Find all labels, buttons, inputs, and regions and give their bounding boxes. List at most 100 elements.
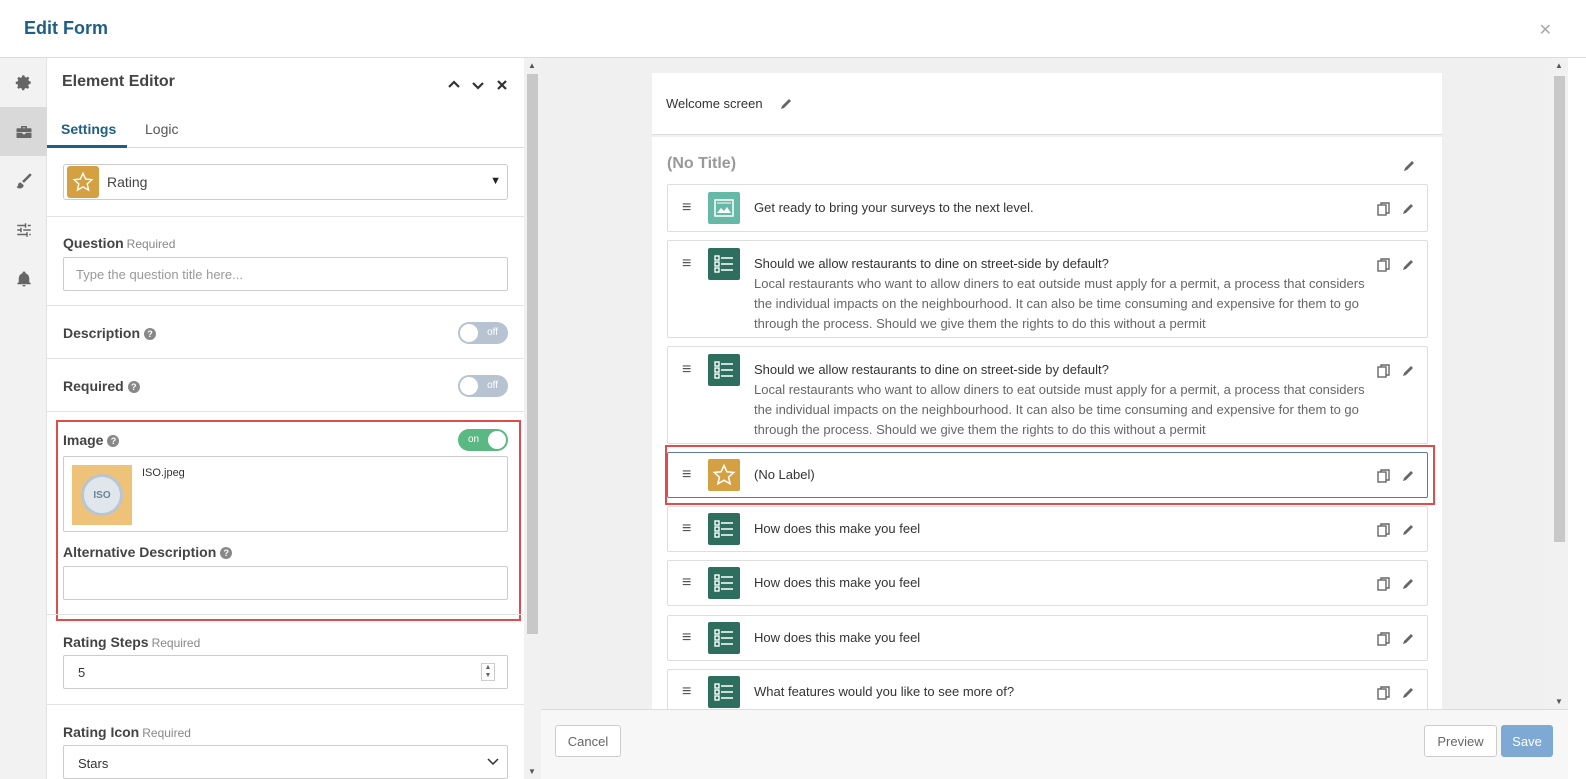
required-toggle[interactable]: off: [458, 375, 508, 397]
canvas-scrollbar[interactable]: ▲ ▼: [1551, 58, 1568, 709]
star-icon: [708, 459, 740, 491]
close-editor-icon[interactable]: [496, 78, 508, 90]
question-description: Local restaurants who want to allow dine…: [754, 382, 1365, 437]
question-title-input[interactable]: [63, 257, 508, 291]
rail-settings[interactable]: [0, 58, 47, 107]
stepper-arrows-icon[interactable]: ▲ ▼: [481, 663, 495, 681]
question-title: Should we allow restaurants to dine on s…: [754, 256, 1109, 271]
rail-design[interactable]: [0, 156, 47, 205]
rating-steps-input[interactable]: 5 ▲ ▼: [63, 655, 508, 689]
pencil-icon[interactable]: [1401, 469, 1415, 483]
tab-settings[interactable]: Settings: [61, 121, 116, 137]
chevron-up-icon[interactable]: [448, 78, 460, 90]
preview-button[interactable]: Preview: [1424, 725, 1497, 757]
description-label: Description?: [63, 325, 157, 341]
rating-icon-select[interactable]: Stars: [63, 745, 508, 779]
question-title: How does this make you feel: [754, 521, 921, 536]
question-label: Question Required: [63, 235, 176, 251]
image-icon: [708, 192, 740, 224]
list-icon: [708, 676, 740, 708]
question-card[interactable]: ≡ How does this make you feel: [667, 506, 1428, 552]
list-icon: [708, 622, 740, 654]
image-toggle[interactable]: on: [458, 429, 508, 451]
copy-icon[interactable]: [1377, 364, 1391, 378]
image-file-name: ISO.jpeg: [142, 467, 185, 479]
question-card[interactable]: ≡ Should we allow restaurants to dine on…: [667, 240, 1428, 338]
question-card[interactable]: ≡ What features would you like to see mo…: [667, 669, 1428, 709]
form-sheet: (No Title) ≡ Get ready to bring your sur…: [652, 137, 1442, 709]
pencil-icon[interactable]: [1401, 632, 1415, 646]
copy-icon[interactable]: [1377, 469, 1391, 483]
rail-elements[interactable]: [0, 107, 47, 156]
alt-description-input[interactable]: [63, 566, 508, 600]
section-title: (No Title): [667, 155, 737, 172]
pencil-icon[interactable]: [779, 97, 793, 111]
caret-down-icon: ▼: [490, 175, 501, 187]
drag-handle-icon[interactable]: ≡: [682, 200, 691, 216]
welcome-screen-card[interactable]: Welcome screen: [652, 73, 1442, 135]
drag-handle-icon[interactable]: ≡: [682, 575, 691, 591]
list-icon: [708, 248, 740, 280]
copy-icon[interactable]: [1377, 258, 1391, 272]
divider: [47, 704, 524, 705]
copy-icon[interactable]: [1377, 202, 1391, 216]
question-title: Should we allow restaurants to dine on s…: [754, 362, 1109, 377]
drag-handle-icon[interactable]: ≡: [682, 256, 691, 272]
question-title: How does this make you feel: [754, 630, 921, 645]
question-title: How does this make you feel: [754, 575, 921, 590]
copy-icon[interactable]: [1377, 686, 1391, 700]
pencil-icon[interactable]: [1401, 577, 1415, 591]
image-upload-box[interactable]: ISO ISO.jpeg: [63, 456, 508, 532]
copy-icon[interactable]: [1377, 523, 1391, 537]
star-icon: [67, 166, 99, 198]
sliders-icon: [16, 222, 31, 237]
question-card-selected[interactable]: ≡ (No Label): [667, 452, 1428, 498]
list-icon: [708, 354, 740, 386]
image-thumbnail: ISO: [72, 465, 132, 525]
paintbrush-icon: [16, 173, 31, 188]
active-tab-indicator: [47, 145, 127, 148]
question-title: What features would you like to see more…: [754, 684, 1015, 699]
drag-handle-icon[interactable]: ≡: [682, 630, 691, 646]
question-card[interactable]: ≡ How does this make you feel: [667, 615, 1428, 661]
copy-icon[interactable]: [1377, 632, 1391, 646]
rail-options[interactable]: [0, 205, 47, 254]
briefcase-icon: [16, 125, 31, 138]
rating-icon-label: Rating Icon Required: [63, 724, 191, 740]
element-type-select[interactable]: Rating ▼: [63, 164, 508, 200]
question-title: Get ready to bring your surveys to the n…: [754, 200, 1034, 215]
save-button[interactable]: Save: [1501, 725, 1553, 757]
help-icon: ?: [127, 381, 140, 394]
pencil-icon[interactable]: [1401, 364, 1415, 378]
pencil-icon[interactable]: [1401, 686, 1415, 700]
drag-handle-icon[interactable]: ≡: [682, 362, 691, 378]
chevron-down-icon[interactable]: [472, 78, 484, 90]
pencil-icon[interactable]: [1401, 202, 1415, 216]
pencil-icon[interactable]: [1401, 258, 1415, 272]
copy-icon[interactable]: [1377, 577, 1391, 591]
chevron-down-icon: [487, 758, 499, 766]
question-card[interactable]: ≡ Should we allow restaurants to dine on…: [667, 346, 1428, 444]
iso-seal: ISO: [81, 474, 123, 516]
cancel-button[interactable]: Cancel: [555, 725, 621, 757]
pencil-icon[interactable]: [1402, 159, 1416, 173]
list-icon: [708, 513, 740, 545]
form-header: Edit Form ✕: [0, 0, 1586, 58]
editor-scrollbar[interactable]: ▲ ▼: [524, 58, 541, 779]
bell-icon: [16, 271, 31, 286]
editor-title: Element Editor: [62, 73, 175, 90]
close-icon[interactable]: ✕: [1539, 20, 1552, 40]
drag-handle-icon[interactable]: ≡: [682, 467, 691, 483]
divider: [47, 614, 524, 615]
pencil-icon[interactable]: [1401, 523, 1415, 537]
image-label: Image?: [63, 432, 120, 448]
drag-handle-icon[interactable]: ≡: [682, 684, 691, 700]
tab-logic[interactable]: Logic: [145, 121, 178, 137]
divider: [47, 216, 524, 217]
rail-notifications[interactable]: [0, 254, 47, 303]
description-toggle[interactable]: off: [458, 322, 508, 344]
form-canvas: Welcome screen (No Title) ≡ Get ready to…: [541, 58, 1551, 709]
drag-handle-icon[interactable]: ≡: [682, 521, 691, 537]
question-card[interactable]: ≡ How does this make you feel: [667, 560, 1428, 606]
question-card[interactable]: ≡ Get ready to bring your surveys to the…: [667, 184, 1428, 232]
